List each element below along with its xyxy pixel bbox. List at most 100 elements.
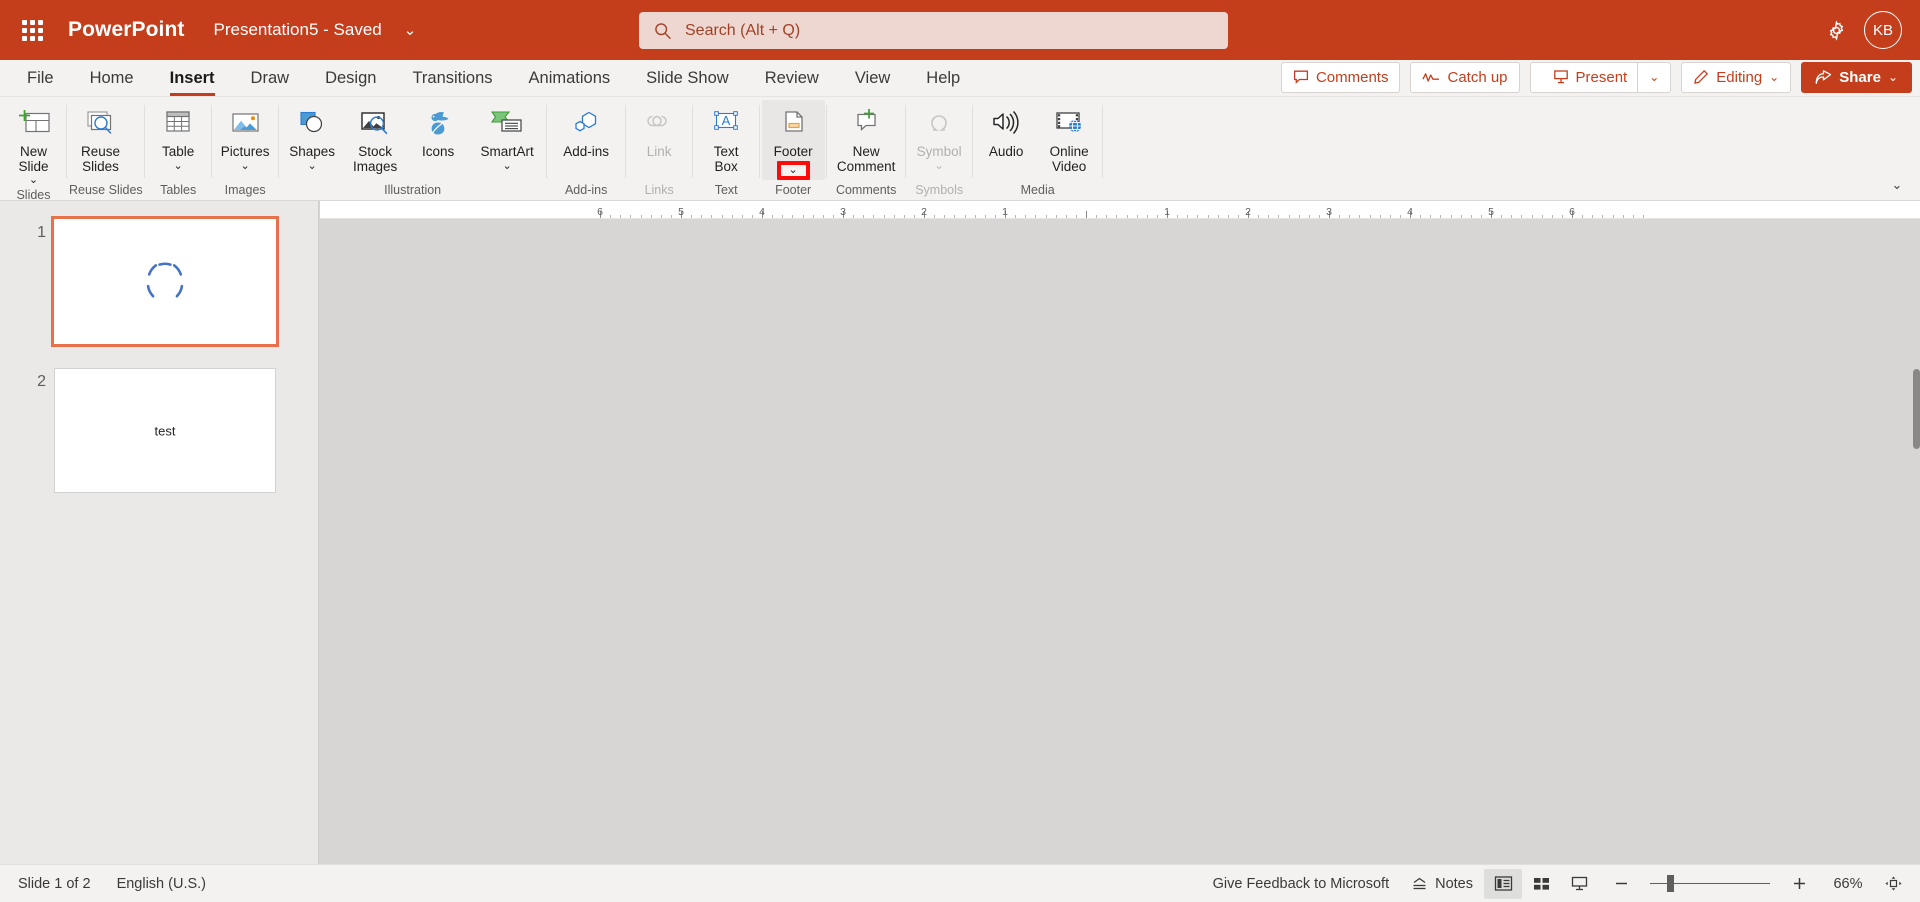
- ribbon-group-label-images: Images: [224, 183, 266, 197]
- tab-insert[interactable]: Insert: [152, 60, 233, 96]
- zoom-in-button[interactable]: [1780, 869, 1818, 899]
- slide-thumbnail-1[interactable]: [51, 216, 279, 347]
- tab-transitions[interactable]: Transitions: [394, 60, 510, 96]
- new-comment-button[interactable]: New Comment: [829, 100, 904, 174]
- settings-gear-icon[interactable]: [1816, 10, 1856, 50]
- scrollbar-thumb[interactable]: [1913, 369, 1920, 449]
- tab-home[interactable]: Home: [72, 60, 152, 96]
- tab-draw[interactable]: Draw: [233, 60, 308, 96]
- avatar[interactable]: KB: [1864, 11, 1902, 49]
- shapes-button[interactable]: Shapes ⌄: [281, 100, 344, 172]
- new-slide-chevron-down-icon[interactable]: ⌄: [29, 175, 38, 186]
- pictures-button[interactable]: Pictures ⌄: [214, 100, 277, 172]
- ruler-tick-minor: [1268, 215, 1270, 218]
- footer-chevron-down-icon[interactable]: ⌄: [776, 160, 810, 180]
- footer-button[interactable]: Footer ⌄: [761, 100, 825, 180]
- editing-chevron-down-icon[interactable]: ⌄: [1769, 70, 1779, 84]
- ruler-tick-minor: [802, 215, 804, 218]
- smartart-button[interactable]: SmartArt ⌄: [470, 100, 545, 172]
- slide-count-label[interactable]: Slide 1 of 2: [18, 876, 91, 892]
- ruler-tick-minor: [1237, 215, 1239, 218]
- icons-button[interactable]: Icons: [407, 100, 470, 160]
- ruler-tick-minor: [1318, 215, 1320, 218]
- comments-button[interactable]: Comments: [1280, 61, 1401, 93]
- new-slide-label: New Slide: [18, 144, 49, 174]
- ruler-number: 1: [1164, 206, 1170, 218]
- catch-up-label: Catch up: [1447, 68, 1508, 86]
- tab-view[interactable]: View: [837, 60, 908, 96]
- tab-file[interactable]: File: [9, 60, 72, 96]
- search-icon: [655, 22, 671, 39]
- tab-animations[interactable]: Animations: [511, 60, 629, 96]
- tab-slide-show[interactable]: Slide Show: [628, 60, 747, 96]
- zoom-slider-track[interactable]: [1650, 875, 1770, 892]
- share-button[interactable]: Share ⌄: [1801, 61, 1912, 93]
- editing-mode-button[interactable]: Editing ⌄: [1681, 61, 1792, 93]
- feedback-link[interactable]: Give Feedback to Microsoft: [1202, 869, 1401, 899]
- zoom-slider-handle[interactable]: [1667, 875, 1674, 892]
- smartart-chevron-down-icon[interactable]: ⌄: [503, 160, 512, 172]
- ruler-tick-minor: [1278, 215, 1280, 218]
- ribbon-group-symbols: Symbol ⌄ Symbols: [906, 97, 973, 200]
- slide-sorter-icon: [1533, 878, 1549, 890]
- text-box-button[interactable]: A Text Box: [695, 100, 758, 174]
- new-slide-button[interactable]: New Slide ⌄: [2, 100, 65, 186]
- slide-canvas-area[interactable]: 6 5 4 3 2 1 1 2 3 4 5 6: [320, 201, 1920, 864]
- normal-view-button[interactable]: [1484, 868, 1522, 899]
- canvas-vertical-scrollbar[interactable]: [1913, 219, 1920, 864]
- ruler-tick-minor: [913, 215, 915, 218]
- slide-sorter-button[interactable]: [1522, 869, 1560, 899]
- ruler-tick-minor: [711, 215, 713, 218]
- zoom-out-button[interactable]: [1602, 869, 1640, 899]
- ruler-tick-minor: [1207, 215, 1209, 218]
- ruler-tick-minor: [1045, 215, 1047, 218]
- slide-thumbnail-pane[interactable]: 1 2 test: [0, 201, 320, 864]
- present-button[interactable]: Present: [1542, 69, 1638, 86]
- ribbon-collapse-chevron-down-icon[interactable]: ⌄: [1884, 174, 1910, 196]
- ruler-tick-minor: [691, 215, 693, 218]
- table-chevron-down-icon[interactable]: ⌄: [174, 160, 183, 172]
- tab-help[interactable]: Help: [908, 60, 978, 96]
- ribbon-group-text: A Text Box Text: [693, 97, 760, 200]
- symbol-icon: [923, 106, 955, 142]
- add-ins-label: Add-ins: [563, 144, 610, 159]
- titlebar-actions: KB: [1816, 0, 1910, 60]
- language-label[interactable]: English (U.S.): [117, 876, 206, 892]
- ruler-number: 5: [678, 206, 684, 218]
- pictures-label: Pictures: [220, 144, 270, 159]
- search-input[interactable]: Search (Alt + Q): [639, 12, 1228, 49]
- document-title[interactable]: Presentation5 - Saved: [214, 20, 382, 40]
- stock-images-button[interactable]: Stock Images: [344, 100, 407, 174]
- catch-up-button[interactable]: Catch up: [1410, 61, 1520, 93]
- add-ins-button[interactable]: Add-ins: [549, 100, 624, 160]
- app-launcher-icon[interactable]: [8, 6, 56, 54]
- zoom-percent-label[interactable]: 66%: [1822, 876, 1874, 892]
- slide-stage[interactable]: [320, 219, 1920, 864]
- notes-button[interactable]: Notes: [1400, 869, 1484, 899]
- audio-label: Audio: [988, 144, 1024, 159]
- zoom-slider[interactable]: [1602, 869, 1818, 899]
- present-chevron-down-icon[interactable]: ⌄: [1638, 63, 1670, 92]
- share-chevron-down-icon[interactable]: ⌄: [1888, 70, 1898, 84]
- shapes-chevron-down-icon[interactable]: ⌄: [308, 160, 317, 172]
- reading-view-button[interactable]: [1560, 869, 1598, 899]
- chevron-down-icon[interactable]: ⌄: [404, 23, 417, 38]
- ruler-tick-minor: [1450, 215, 1452, 218]
- online-video-button[interactable]: Online Video: [1038, 100, 1101, 174]
- ruler-number: 4: [1407, 206, 1413, 218]
- tab-design[interactable]: Design: [307, 60, 394, 96]
- ruler-tick-minor: [660, 215, 662, 218]
- horizontal-ruler[interactable]: 6 5 4 3 2 1 1 2 3 4 5 6: [320, 201, 1920, 219]
- ruler-tick-minor: [1541, 215, 1543, 218]
- audio-button[interactable]: Audio: [975, 100, 1038, 160]
- slide-thumbnail-2[interactable]: test: [54, 368, 276, 493]
- table-button[interactable]: Table ⌄: [147, 100, 210, 172]
- tab-review[interactable]: Review: [747, 60, 837, 96]
- catch-up-icon: [1422, 73, 1440, 82]
- ruler-number: 6: [1569, 206, 1575, 218]
- fit-to-window-button[interactable]: [1874, 869, 1912, 899]
- ruler-tick-minor: [1187, 215, 1189, 218]
- pictures-chevron-down-icon[interactable]: ⌄: [241, 160, 250, 172]
- footer-label: Footer: [773, 144, 813, 159]
- reuse-slides-button[interactable]: Reuse Slides: [69, 100, 132, 174]
